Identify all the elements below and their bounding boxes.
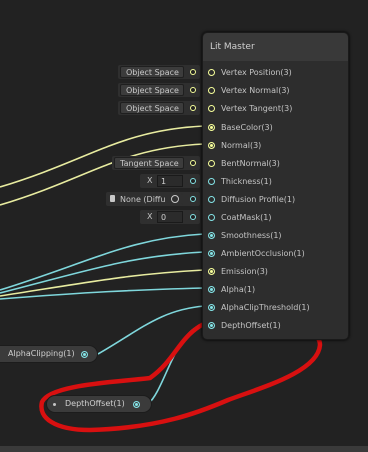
port-dot-icon[interactable] <box>208 214 215 221</box>
thickness-x-label: X <box>147 176 153 185</box>
diffusion-profile-input-port[interactable] <box>190 196 196 202</box>
port-label: BaseColor(3) <box>221 123 273 132</box>
bottom-toolbar-edge <box>0 446 368 452</box>
lit-master-title: Lit Master <box>203 33 348 61</box>
port-depth-offset[interactable]: DepthOffset(1) <box>203 319 348 333</box>
port-label: AmbientOcclusion(1) <box>221 249 305 258</box>
port-label: Alpha(1) <box>221 285 256 294</box>
alpha-clipping-output-port[interactable] <box>81 351 88 358</box>
port-label: Emission(3) <box>221 267 268 276</box>
port-dot-icon[interactable] <box>208 105 215 112</box>
vertex-position-space-dropdown[interactable]: Object Space <box>120 66 184 78</box>
port-vertex-tangent[interactable]: Vertex Tangent(3) <box>203 102 348 116</box>
port-basecolor[interactable]: BaseColor(3) <box>203 121 348 135</box>
port-ambient-occlusion[interactable]: AmbientOcclusion(1) <box>203 247 348 261</box>
port-label: CoatMask(1) <box>221 213 272 222</box>
coatmask-x-label: X <box>147 212 153 221</box>
port-label: Normal(3) <box>221 141 262 150</box>
port-alpha-clip-threshold[interactable]: AlphaClipThreshold(1) <box>203 301 348 315</box>
depth-offset-property-node[interactable]: DepthOffset(1) <box>46 395 152 413</box>
alpha-clipping-property-node[interactable]: AlphaClipping(1) <box>0 345 98 363</box>
bent-normal-space-dropdown[interactable]: Tangent Space <box>114 157 184 169</box>
port-label: Diffusion Profile(1) <box>221 195 296 204</box>
port-dot-icon[interactable] <box>208 142 215 149</box>
port-label: Vertex Position(3) <box>221 68 292 77</box>
wire-alpha-clip <box>97 305 205 355</box>
port-smoothness[interactable]: Smoothness(1) <box>203 229 348 243</box>
port-coatmask[interactable]: CoatMask(1) <box>203 211 348 225</box>
coatmask-input-port[interactable] <box>190 214 196 220</box>
port-dot-icon[interactable] <box>208 322 215 329</box>
port-dot-icon[interactable] <box>208 124 215 131</box>
port-dot-icon[interactable] <box>208 69 215 76</box>
property-handle-icon <box>53 403 56 406</box>
depth-offset-label: DepthOffset(1) <box>65 399 125 408</box>
wire-alpha <box>0 287 205 300</box>
port-label: Smoothness(1) <box>221 231 282 240</box>
port-label: Vertex Tangent(3) <box>221 104 293 113</box>
port-dot-icon[interactable] <box>208 196 215 203</box>
port-label: Thickness(1) <box>221 177 272 186</box>
wire-depth-offset <box>147 323 205 405</box>
coatmask-value-field[interactable]: 0 <box>157 211 183 223</box>
vertex-normal-space-dropdown[interactable]: Object Space <box>120 84 184 96</box>
port-dot-icon[interactable] <box>208 160 215 167</box>
port-thickness[interactable]: Thickness(1) <box>203 175 348 189</box>
vertex-position-input-port[interactable] <box>190 69 196 75</box>
port-vertex-position[interactable]: Vertex Position(3) <box>203 66 348 80</box>
vertex-normal-input-port[interactable] <box>190 87 196 93</box>
depth-offset-output-port[interactable] <box>133 401 140 408</box>
port-dot-icon[interactable] <box>208 178 215 185</box>
port-dot-icon[interactable] <box>208 87 215 94</box>
port-vertex-normal[interactable]: Vertex Normal(3) <box>203 84 348 98</box>
port-label: DepthOffset(1) <box>221 321 281 330</box>
port-dot-icon[interactable] <box>208 250 215 257</box>
port-dot-icon[interactable] <box>208 304 215 311</box>
object-picker-icon[interactable] <box>171 195 179 203</box>
vertex-tangent-input-port[interactable] <box>190 105 196 111</box>
port-dot-icon[interactable] <box>208 268 215 275</box>
bent-normal-input-port[interactable] <box>190 160 196 166</box>
port-dot-icon[interactable] <box>208 232 215 239</box>
port-bentnormal[interactable]: BentNormal(3) <box>203 157 348 171</box>
alpha-clipping-label: AlphaClipping(1) <box>8 349 75 358</box>
thickness-input-port[interactable] <box>190 178 196 184</box>
diffusion-profile-value: None (Diffu <box>120 195 166 204</box>
port-label: Vertex Normal(3) <box>221 86 290 95</box>
port-normal[interactable]: Normal(3) <box>203 139 348 153</box>
port-label: BentNormal(3) <box>221 159 280 168</box>
file-icon <box>110 195 115 202</box>
port-dot-icon[interactable] <box>208 286 215 293</box>
vertex-tangent-space-dropdown[interactable]: Object Space <box>120 102 184 114</box>
port-label: AlphaClipThreshold(1) <box>221 303 310 312</box>
port-alpha[interactable]: Alpha(1) <box>203 283 348 297</box>
wire-smoothness <box>0 233 205 291</box>
port-diffusion-profile[interactable]: Diffusion Profile(1) <box>203 193 348 207</box>
lit-master-node[interactable]: Lit Master Vertex Position(3) Vertex Nor… <box>202 32 349 340</box>
port-emission[interactable]: Emission(3) <box>203 265 348 279</box>
thickness-value-field[interactable]: 1 <box>157 175 183 187</box>
